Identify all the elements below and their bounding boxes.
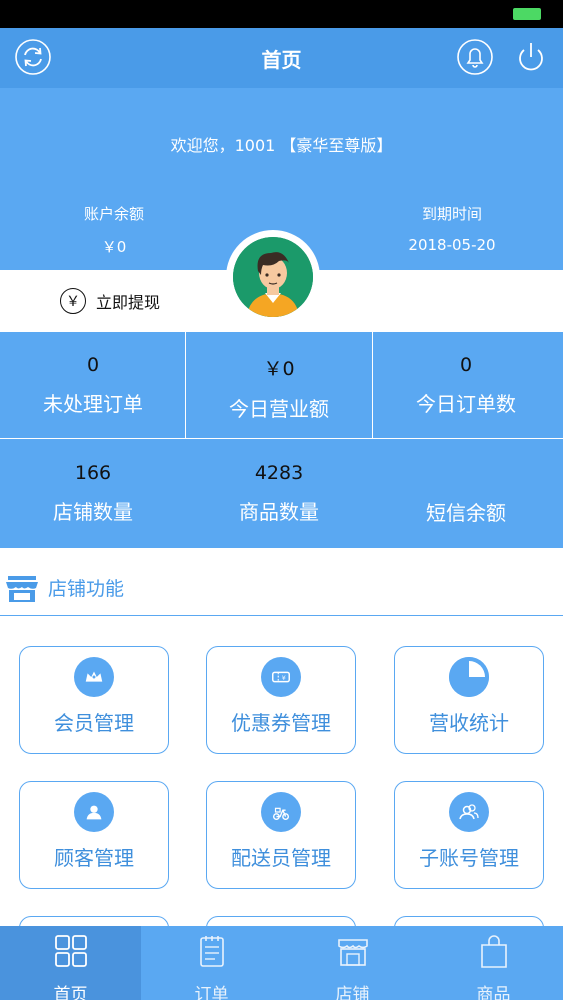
expire-label: 到期时间 — [421, 205, 482, 223]
avatar-image — [233, 237, 313, 317]
stat-store-count[interactable]: 166 店铺数量 — [0, 462, 186, 525]
store-icon — [338, 939, 368, 966]
svg-text:¥: ¥ — [282, 674, 286, 682]
balance-value: ￥0 — [101, 238, 127, 256]
tile-label: 配送员管理 — [231, 846, 331, 870]
divider — [0, 438, 563, 439]
stat-value — [373, 462, 559, 485]
stat-value: 0 — [86, 354, 100, 376]
scooter-icon — [261, 792, 301, 832]
tab-store[interactable]: 店铺 — [282, 926, 423, 1000]
crown-icon — [74, 657, 114, 697]
grid-icon — [55, 935, 87, 967]
order-icon — [200, 936, 224, 967]
stat-value: 166 — [74, 462, 112, 484]
section-title: 店铺功能 — [48, 578, 125, 600]
tile-coupon-management[interactable]: ¥ 优惠券管理 — [206, 646, 356, 754]
nav-bar: 首页 — [0, 28, 563, 88]
stats-panel: 0 未处理订单 ￥0 今日营业额 0 今日订单数 166 店铺数量 4283 商… — [0, 332, 563, 548]
stat-sms-balance[interactable]: 短信余额 — [373, 462, 559, 526]
yen-icon: ￥ — [60, 288, 86, 314]
withdraw-button[interactable]: ￥ 立即提现 — [60, 288, 160, 314]
stat-label: 短信余额 — [426, 501, 506, 525]
bag-icon — [481, 935, 507, 968]
person-icon — [74, 792, 114, 832]
tab-label: 订单 — [194, 985, 229, 1000]
tile-label: 顾客管理 — [54, 846, 134, 870]
tile-label: 营收统计 — [429, 711, 509, 735]
stat-today-revenue[interactable]: ￥0 今日营业额 — [186, 354, 372, 422]
stat-label: 商品数量 — [239, 500, 319, 524]
stat-product-count[interactable]: 4283 商品数量 — [186, 462, 372, 525]
tile-label: 优惠券管理 — [231, 711, 331, 735]
tab-bar: 首页 订单 店铺 商品 — [0, 926, 563, 1000]
stat-value: ￥0 — [263, 358, 295, 380]
bell-icon[interactable] — [456, 38, 494, 76]
balance-label: 账户余额 — [83, 205, 144, 223]
tile-customer-management[interactable]: 顾客管理 — [19, 781, 169, 889]
expire-value: 2018-05-20 — [408, 236, 496, 254]
tile-label: 子账号管理 — [419, 846, 519, 870]
stat-today-orders[interactable]: 0 今日订单数 — [373, 354, 559, 417]
stat-value: 0 — [459, 354, 473, 376]
tile-label: 会员管理 — [54, 711, 134, 735]
stat-label: 未处理订单 — [43, 392, 143, 416]
tile-courier-management[interactable]: 配送员管理 — [206, 781, 356, 889]
tab-products[interactable]: 商品 — [423, 926, 563, 1000]
withdraw-label: 立即提现 — [96, 293, 161, 312]
store-icon — [6, 576, 38, 602]
stat-label: 今日订单数 — [416, 392, 516, 416]
status-bar — [0, 0, 563, 28]
pie-chart-icon — [449, 657, 489, 697]
welcome-text: 欢迎您，1001 【豪华至尊版】 — [170, 136, 393, 155]
battery-icon — [513, 8, 541, 20]
tab-label: 商品 — [476, 985, 511, 1000]
users-icon — [449, 792, 489, 832]
tab-home[interactable]: 首页 — [0, 926, 141, 1000]
avatar[interactable] — [226, 230, 320, 324]
section-header: 店铺功能 — [0, 566, 563, 616]
tile-revenue-stats[interactable]: 营收统计 — [394, 646, 544, 754]
tile-sub-account-management[interactable]: 子账号管理 — [394, 781, 544, 889]
stat-value: 4283 — [254, 462, 304, 484]
stat-unprocessed-orders[interactable]: 0 未处理订单 — [0, 354, 186, 417]
power-icon[interactable] — [512, 38, 550, 76]
stat-label: 店铺数量 — [53, 500, 133, 524]
tab-label: 店铺 — [335, 985, 370, 1000]
tile-member-management[interactable]: 会员管理 — [19, 646, 169, 754]
tab-orders[interactable]: 订单 — [141, 926, 282, 1000]
tab-label: 首页 — [53, 985, 88, 1000]
stat-label: 今日营业额 — [229, 397, 329, 421]
coupon-icon: ¥ — [261, 657, 301, 697]
